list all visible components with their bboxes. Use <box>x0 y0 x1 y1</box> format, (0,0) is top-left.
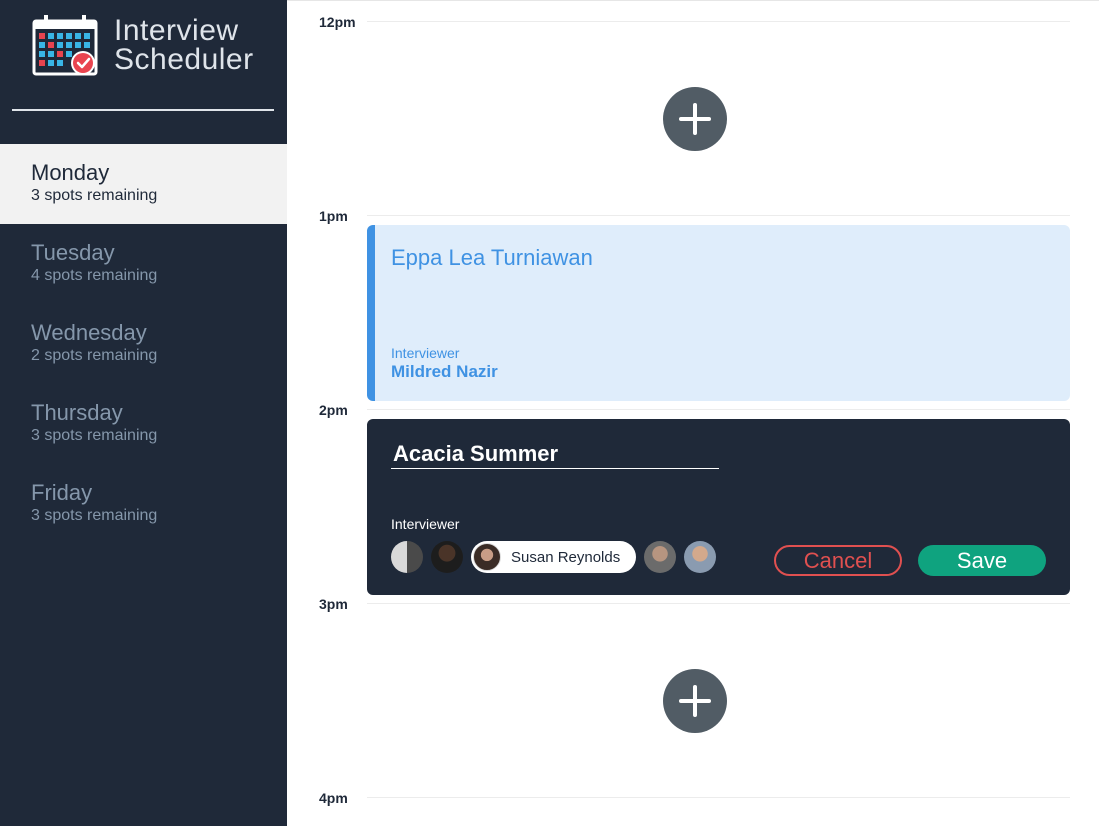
interviewer-selected[interactable]: Susan Reynolds <box>471 541 637 573</box>
day-item-friday[interactable]: Friday 3 spots remaining <box>0 464 287 544</box>
schedule: 12pm 1pm Eppa Lea Turniawan Interviewer … <box>287 0 1099 826</box>
hour-divider <box>367 215 1070 216</box>
add-appointment-button[interactable] <box>663 87 727 151</box>
hour-label-12pm: 12pm <box>319 14 356 30</box>
hour-label-4pm: 4pm <box>319 790 348 806</box>
hour-label-2pm: 2pm <box>319 402 348 418</box>
cancel-button[interactable]: Cancel <box>774 545 902 576</box>
student-name: Eppa Lea Turniawan <box>391 245 593 270</box>
interviewer-avatar[interactable] <box>431 541 463 573</box>
interviewer-avatar <box>473 543 501 571</box>
interviewer-label: Interviewer <box>391 345 460 361</box>
sidebar: Interview Scheduler Monday 3 spots remai… <box>0 0 287 826</box>
hour-label-1pm: 1pm <box>319 208 348 224</box>
calendar-check-icon <box>32 14 98 76</box>
day-spots: 3 spots remaining <box>31 507 158 524</box>
hour-divider <box>367 603 1070 604</box>
add-appointment-button[interactable] <box>663 669 727 733</box>
app-title: Interview Scheduler <box>114 14 254 76</box>
day-name: Friday <box>31 480 93 505</box>
app-title-line1: Interview <box>114 14 239 47</box>
app-title-line2: Scheduler <box>114 43 254 76</box>
day-spots: 3 spots remaining <box>31 187 158 204</box>
appointment-form: Interviewer Susan Reynolds Cancel Save <box>367 419 1070 595</box>
interviewer-avatar[interactable] <box>391 541 423 573</box>
sidebar-divider <box>12 109 274 111</box>
interviewer-list: Susan Reynolds <box>391 541 724 573</box>
day-name: Wednesday <box>31 320 147 345</box>
day-spots: 3 spots remaining <box>31 427 158 444</box>
brand: Interview Scheduler <box>32 14 254 76</box>
day-name: Thursday <box>31 400 123 425</box>
day-item-wednesday[interactable]: Wednesday 2 spots remaining <box>0 304 287 384</box>
day-name: Tuesday <box>31 240 115 265</box>
hour-divider <box>367 797 1070 798</box>
interviewer-avatar[interactable] <box>684 541 717 573</box>
day-name: Monday <box>31 160 110 185</box>
day-spots: 2 spots remaining <box>31 347 158 364</box>
day-item-monday[interactable]: Monday 3 spots remaining <box>0 144 287 224</box>
day-item-tuesday[interactable]: Tuesday 4 spots remaining <box>0 224 287 304</box>
interviewer-label: Interviewer <box>391 516 460 532</box>
save-button[interactable]: Save <box>918 545 1046 576</box>
interviewer-avatar[interactable] <box>644 541 677 573</box>
booked-appointment[interactable]: Eppa Lea Turniawan Interviewer Mildred N… <box>367 225 1070 401</box>
day-item-thursday[interactable]: Thursday 3 spots remaining <box>0 384 287 464</box>
day-spots: 4 spots remaining <box>31 267 158 284</box>
student-name-input[interactable] <box>391 439 719 469</box>
hour-divider <box>367 21 1070 22</box>
interviewer-name: Mildred Nazir <box>391 362 498 381</box>
hour-divider <box>367 409 1070 410</box>
selected-interviewer-name: Susan Reynolds <box>511 548 621 566</box>
hour-label-3pm: 3pm <box>319 596 348 612</box>
